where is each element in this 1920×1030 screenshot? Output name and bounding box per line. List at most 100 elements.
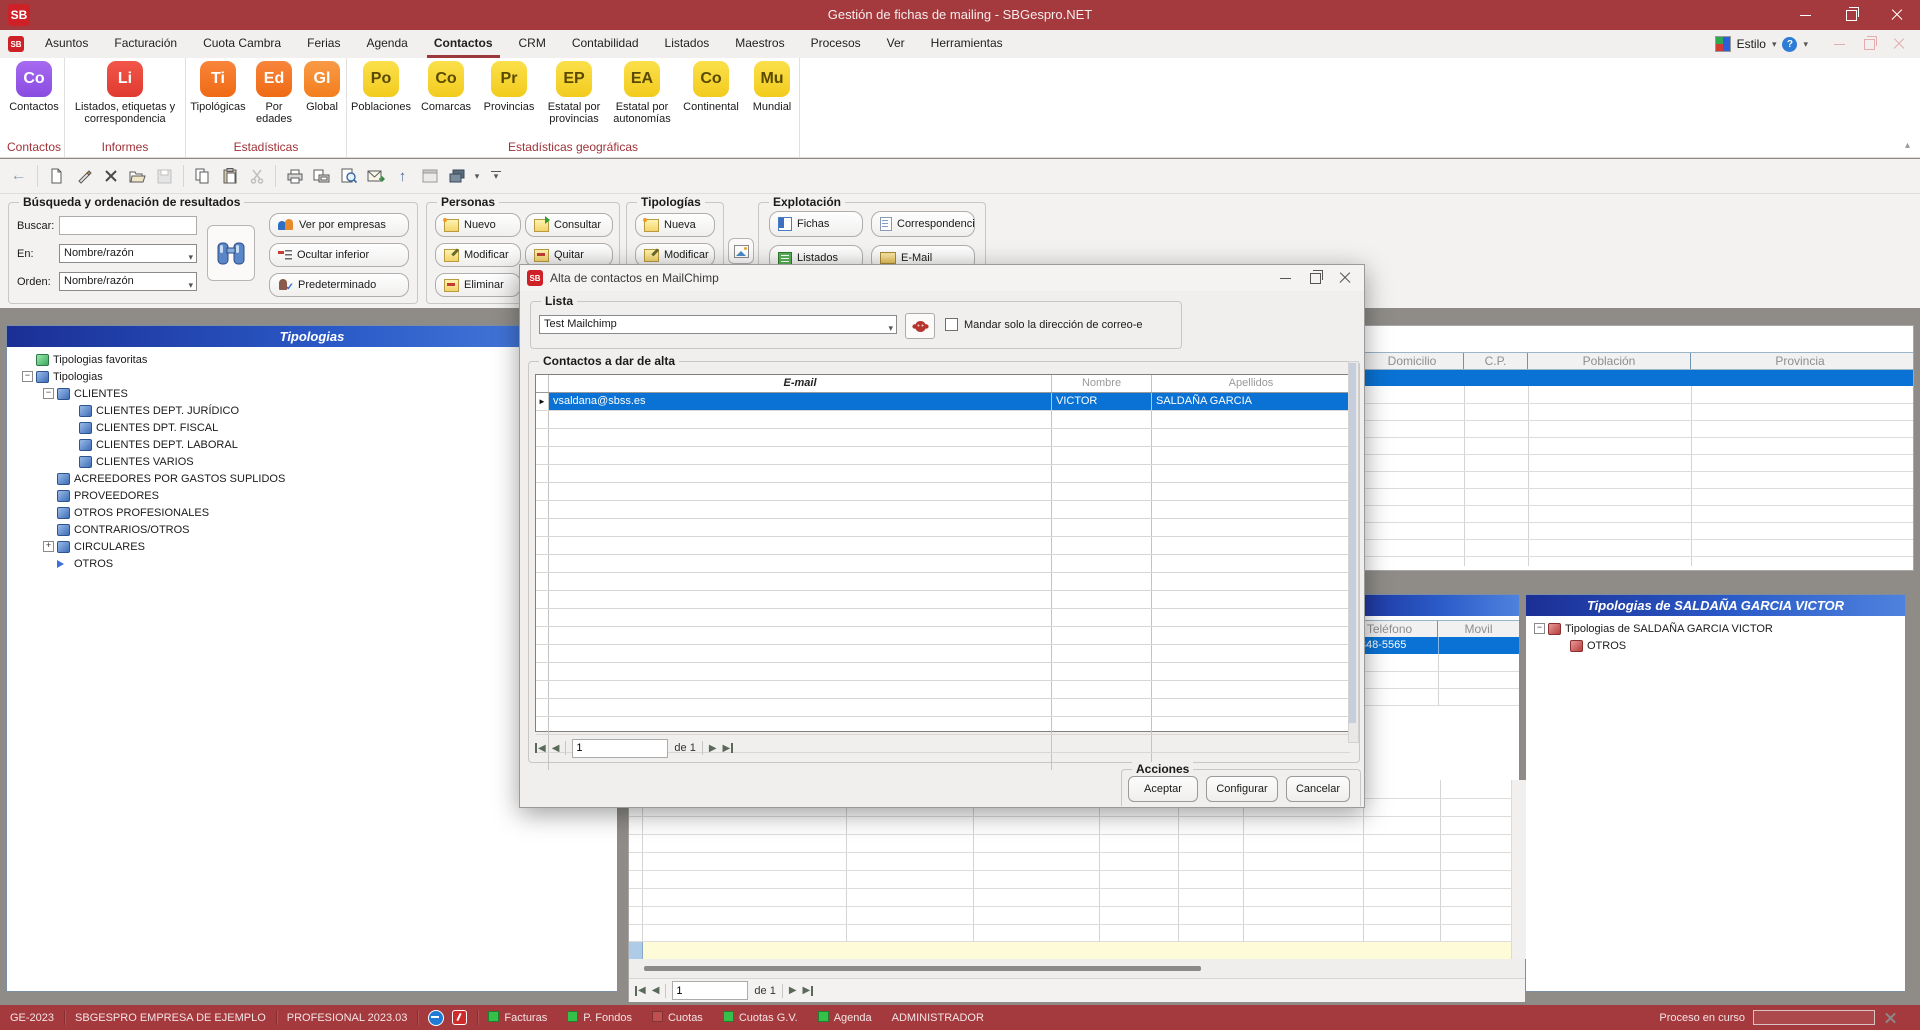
fichas-button[interactable]: Fichas xyxy=(769,211,863,237)
pager-page-input[interactable] xyxy=(672,981,748,1000)
empty-grid-row[interactable] xyxy=(536,465,1350,483)
pager-first-button[interactable]: ◀ xyxy=(635,985,646,996)
delete-icon[interactable] xyxy=(98,163,123,189)
hscroll-area[interactable] xyxy=(629,959,1525,978)
column-header-apellidos[interactable]: Apellidos xyxy=(1152,375,1350,392)
edit-icon[interactable] xyxy=(71,163,96,189)
chevron-down-icon[interactable]: ▾ xyxy=(1772,39,1777,50)
contact-row-selected[interactable]: ► vsaldana@sbss.es VICTOR SALDAÑA GARCIA xyxy=(536,393,1350,411)
ribbon-por-edades-button[interactable]: Ed Por edades xyxy=(251,61,297,138)
expand-icon[interactable]: + xyxy=(43,541,54,552)
pager-page-input[interactable] xyxy=(572,739,668,758)
send-email-icon[interactable] xyxy=(363,163,388,189)
status-blue-icon[interactable] xyxy=(428,1010,444,1026)
selected-phone-row[interactable]: 93-348-5565 xyxy=(1342,637,1519,654)
minimize-button[interactable] xyxy=(1782,0,1828,30)
column-header-provincia[interactable]: Provincia xyxy=(1691,353,1909,369)
column-header-poblacion[interactable]: Población xyxy=(1528,353,1691,369)
cascade-windows-icon[interactable] xyxy=(444,163,469,189)
column-header-nombre[interactable]: Nombre xyxy=(1052,375,1152,392)
restore-button[interactable] xyxy=(1828,0,1874,30)
dialog-minimize-button[interactable] xyxy=(1270,266,1300,290)
persona-modificar-button[interactable]: Modificar xyxy=(435,243,521,267)
empty-grid-row[interactable] xyxy=(536,717,1350,735)
column-header-movil[interactable]: Movil xyxy=(1438,621,1519,637)
configurar-button[interactable]: Configurar xyxy=(1206,776,1278,802)
menu-facturacion[interactable]: Facturación xyxy=(101,30,190,58)
dialog-restore-button[interactable] xyxy=(1300,266,1330,290)
selected-row[interactable] xyxy=(1361,370,1913,386)
empty-grid-row[interactable] xyxy=(536,627,1350,645)
back-icon[interactable]: ← xyxy=(6,163,31,189)
persona-consultar-button[interactable]: Consultar xyxy=(525,213,613,237)
cancelar-button[interactable]: Cancelar xyxy=(1286,776,1350,802)
copy-icon[interactable] xyxy=(190,163,215,189)
tree-item[interactable]: OTROS xyxy=(1526,637,1905,654)
ribbon-global-button[interactable]: Gl Global xyxy=(299,61,345,138)
menu-maestros[interactable]: Maestros xyxy=(722,30,797,58)
hscroll-thumb[interactable] xyxy=(644,966,1201,971)
pager-last-button[interactable]: ▶ xyxy=(803,985,814,996)
menu-crm[interactable]: CRM xyxy=(506,30,559,58)
orden-combobox[interactable]: Nombre/razón ▾ xyxy=(59,272,197,291)
collapse-icon[interactable]: − xyxy=(1534,623,1545,634)
image-tool-button[interactable] xyxy=(728,238,754,264)
predeterminado-button[interactable]: Predeterminado xyxy=(269,273,409,297)
empty-grid-row[interactable] xyxy=(536,429,1350,447)
status-alert-icon[interactable] xyxy=(452,1010,467,1025)
empty-grid-row[interactable] xyxy=(536,447,1350,465)
empty-grid-row[interactable] xyxy=(536,483,1350,501)
dialog-close-button[interactable] xyxy=(1330,266,1360,290)
vertical-scrollbar[interactable] xyxy=(1511,780,1526,959)
close-button[interactable] xyxy=(1874,0,1920,30)
ocultar-inferior-button[interactable]: Ocultar inferior xyxy=(269,243,409,267)
column-header-domicilio[interactable]: Domicilio xyxy=(1361,353,1464,369)
help-icon[interactable]: ? xyxy=(1782,37,1797,52)
menu-asuntos[interactable]: Asuntos xyxy=(32,30,101,58)
ribbon-listados-etiquetas-button[interactable]: Li Listados, etiquetas y correspondencia xyxy=(69,61,181,138)
aceptar-button[interactable]: Aceptar xyxy=(1128,776,1198,802)
print-icon[interactable] xyxy=(282,163,307,189)
pager-first-button[interactable]: ◀ xyxy=(535,743,546,754)
persona-nuevo-button[interactable]: Nuevo xyxy=(435,213,521,237)
empty-grid-row[interactable] xyxy=(536,537,1350,555)
menu-listados[interactable]: Listados xyxy=(652,30,723,58)
correspondencia-button[interactable]: Correspondenci xyxy=(871,211,975,237)
empty-grid-row[interactable] xyxy=(536,591,1350,609)
empty-grid-row[interactable] xyxy=(536,681,1350,699)
ribbon-tipologicas-button[interactable]: Ti Tipológicas xyxy=(187,61,249,138)
status-module-pfondos[interactable]: P. Fondos xyxy=(557,1011,642,1024)
new-record-icon[interactable] xyxy=(44,163,69,189)
export-icon[interactable]: ↑ xyxy=(390,163,415,189)
dialog-scrollbar-thumb[interactable] xyxy=(1349,363,1356,723)
empty-grid-row[interactable] xyxy=(536,609,1350,627)
pager-last-button[interactable]: ▶ xyxy=(723,743,734,754)
menu-ver[interactable]: Ver xyxy=(874,30,918,58)
empty-grid-row[interactable] xyxy=(536,501,1350,519)
mailchimp-button[interactable] xyxy=(905,313,935,339)
ribbon-provincias-button[interactable]: Pr Provincias xyxy=(478,61,540,138)
column-header-email[interactable]: E-mail xyxy=(549,375,1052,392)
menu-contabilidad[interactable]: Contabilidad xyxy=(559,30,652,58)
ribbon-estatal-autonomias-button[interactable]: EA Estatal por autonomías xyxy=(608,61,676,138)
empty-grid-row[interactable] xyxy=(536,573,1350,591)
menu-agenda[interactable]: Agenda xyxy=(353,30,420,58)
estilo-dropdown[interactable]: Estilo xyxy=(1737,37,1766,51)
ribbon-contactos-button[interactable]: Co Contactos xyxy=(6,61,62,138)
toolbar-overflow-icon[interactable]: ▾ xyxy=(491,171,501,182)
dialog-scrollbar[interactable] xyxy=(1348,361,1359,743)
ribbon-collapse-icon[interactable]: ▴ xyxy=(1905,140,1910,151)
empty-grid-row[interactable] xyxy=(536,519,1350,537)
empty-grid-row[interactable] xyxy=(536,699,1350,717)
status-module-facturas[interactable]: Facturas xyxy=(478,1011,557,1024)
chevron-down-icon[interactable]: ▾ xyxy=(1803,39,1808,50)
menu-herramientas[interactable]: Herramientas xyxy=(918,30,1016,58)
new-record-row[interactable] xyxy=(629,942,1511,960)
menu-ferias[interactable]: Ferias xyxy=(294,30,353,58)
empty-grid-row[interactable] xyxy=(536,411,1350,429)
pager-prev-button[interactable]: ◀ xyxy=(652,985,660,996)
menu-contactos[interactable]: Contactos xyxy=(421,30,506,58)
window-view-icon[interactable] xyxy=(417,163,442,189)
menu-cuota-cambra[interactable]: Cuota Cambra xyxy=(190,30,294,58)
tree-item[interactable]: − Tipologias de SALDAÑA GARCIA VICTOR xyxy=(1526,620,1905,637)
